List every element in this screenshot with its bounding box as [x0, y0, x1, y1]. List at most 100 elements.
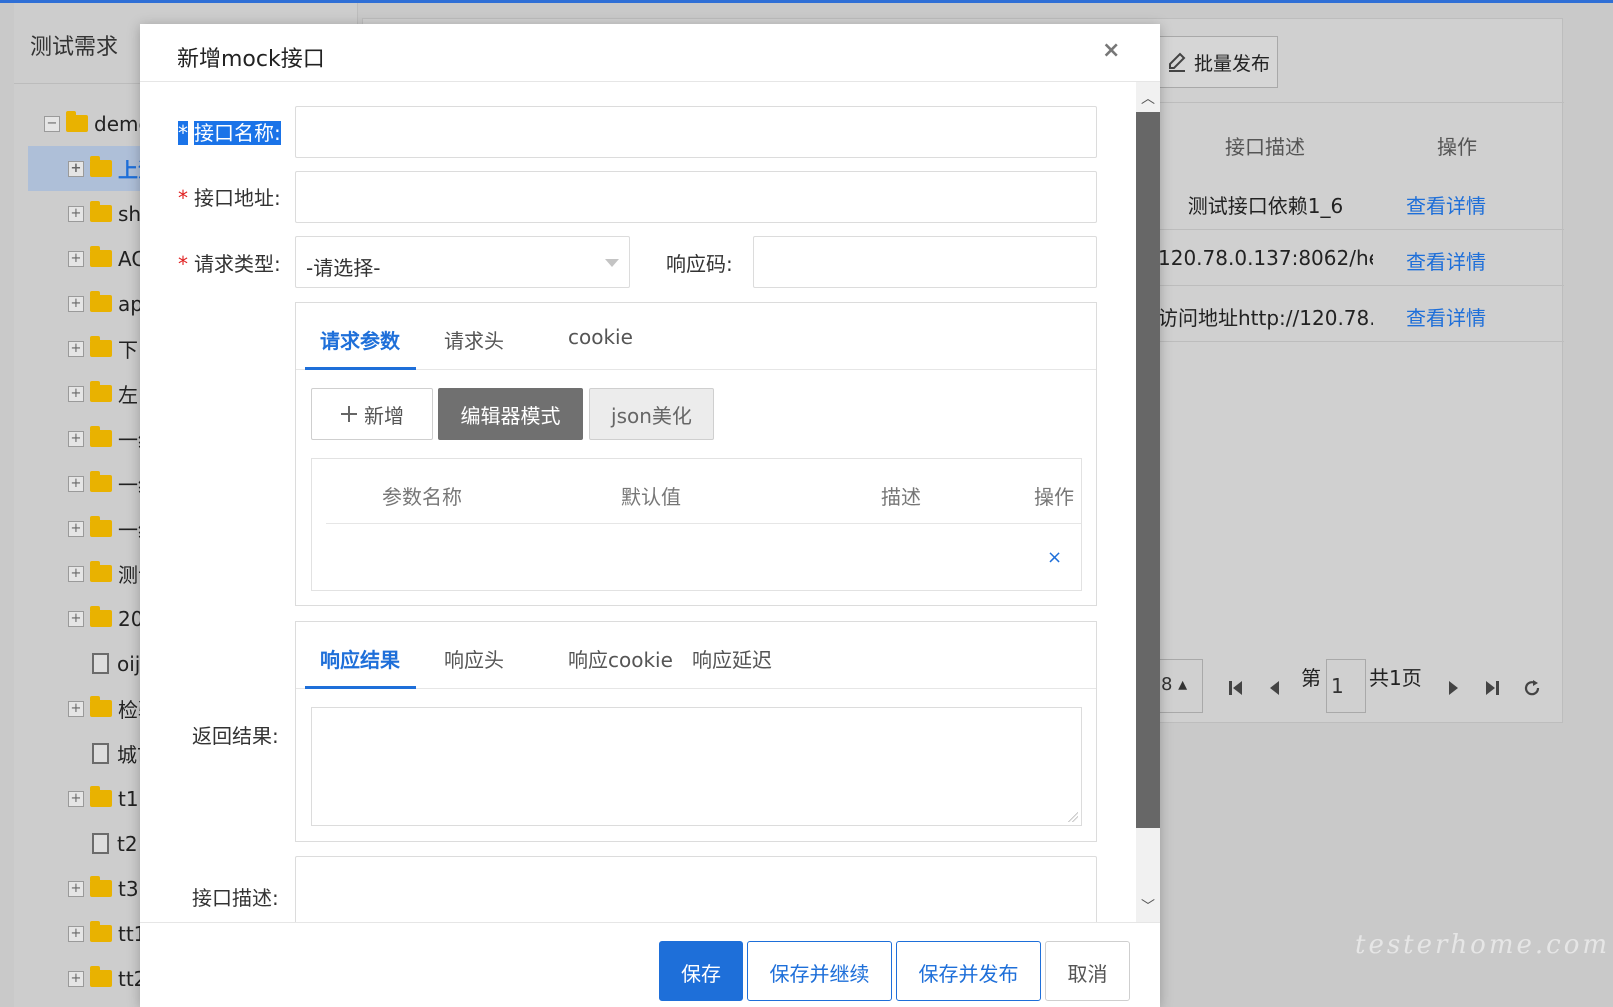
- tab-request-params[interactable]: 请求参数: [320, 325, 400, 354]
- expand-icon[interactable]: +: [68, 430, 84, 447]
- prev-page-icon[interactable]: [1267, 679, 1281, 697]
- tab-response-result[interactable]: 响应结果: [320, 644, 400, 673]
- param-table: 参数名称 默认值 描述 操作 ×: [311, 458, 1082, 591]
- request-tabs: 请求参数 请求头 cookie: [296, 303, 1096, 370]
- expand-icon[interactable]: +: [68, 970, 84, 987]
- next-page-icon[interactable]: [1447, 679, 1461, 697]
- scroll-down-icon[interactable]: ﹀: [1141, 896, 1155, 916]
- watermark: testerhome.com: [1355, 930, 1611, 960]
- cancel-button[interactable]: 取消: [1045, 941, 1130, 1001]
- tree-item-label: t3: [118, 876, 139, 901]
- expand-icon[interactable]: +: [68, 160, 84, 177]
- add-param-button[interactable]: 新增: [311, 388, 433, 440]
- batch-publish-label: 批量发布: [1193, 52, 1270, 75]
- expand-icon[interactable]: +: [68, 880, 84, 897]
- interface-desc-input[interactable]: [295, 856, 1097, 922]
- plus-icon: [341, 406, 357, 422]
- tab-response-headers[interactable]: 响应头: [444, 644, 504, 673]
- file-icon: [92, 743, 109, 764]
- expand-icon[interactable]: +: [68, 475, 84, 492]
- save-continue-button[interactable]: 保存并继续: [747, 941, 892, 1001]
- scroll-up-icon[interactable]: ︿: [1141, 88, 1155, 108]
- editor-mode-button[interactable]: 编辑器模式: [438, 388, 583, 440]
- delete-row-icon[interactable]: ×: [1047, 547, 1062, 568]
- view-details-link[interactable]: 查看详情: [1406, 302, 1486, 331]
- request-type-select[interactable]: -请选择-: [295, 236, 630, 288]
- param-table-divider: [326, 523, 1081, 524]
- required-mark: *: [178, 252, 188, 276]
- expand-icon[interactable]: +: [68, 340, 84, 357]
- required-mark: *: [178, 186, 188, 210]
- dialog-body: * 接口名称: * 接口地址: * 请求类型: -请选择- 响应码: 请求参数 请求头…: [140, 82, 1136, 922]
- dialog-scrollbar[interactable]: ︿ ﹀: [1136, 82, 1160, 922]
- view-details-link[interactable]: 查看详情: [1406, 246, 1486, 275]
- expand-icon[interactable]: +: [68, 385, 84, 402]
- interface-url-input[interactable]: [295, 171, 1097, 223]
- tab-request-cookie[interactable]: cookie: [568, 325, 633, 349]
- close-icon[interactable]: ×: [1102, 38, 1120, 63]
- resize-handle-icon[interactable]: [1068, 812, 1078, 822]
- active-tab-indicator: [305, 686, 416, 689]
- tree-item-label: 下: [118, 338, 138, 362]
- folder-icon: [90, 561, 112, 582]
- expand-icon[interactable]: +: [68, 295, 84, 312]
- view-details-link[interactable]: 查看详情: [1406, 190, 1486, 219]
- batch-publish-button[interactable]: 批量发布: [1158, 36, 1278, 88]
- folder-icon: [90, 516, 112, 537]
- page-total: 共1页: [1369, 666, 1422, 690]
- refresh-icon[interactable]: [1523, 679, 1541, 697]
- response-panel: 响应结果 响应头 响应cookie 响应延迟: [295, 621, 1097, 842]
- folder-icon: [90, 876, 112, 897]
- expand-icon[interactable]: +: [68, 925, 84, 942]
- page-size-select[interactable]: 8 ▴: [1158, 659, 1203, 713]
- folder-icon: [90, 246, 112, 267]
- save-button[interactable]: 保存: [659, 941, 743, 1001]
- tab-response-cookie[interactable]: 响应cookie: [568, 644, 673, 673]
- tree-item-label: t2: [117, 831, 138, 856]
- collapse-icon[interactable]: −: [44, 115, 60, 132]
- request-type-value: -请选择-: [306, 256, 381, 280]
- table-row: 120.78.0.137:8062/hello 查看详情: [1158, 230, 1564, 286]
- file-icon: [92, 833, 109, 854]
- required-mark: *: [178, 121, 188, 145]
- response-result-textarea[interactable]: [311, 707, 1082, 826]
- expand-icon[interactable]: +: [68, 520, 84, 537]
- dialog-title: 新增mock接口: [177, 47, 325, 72]
- folder-icon: [90, 471, 112, 492]
- param-header-desc: 描述: [881, 485, 921, 509]
- folder-icon: [90, 921, 112, 942]
- folder-icon: [90, 426, 112, 447]
- folder-icon: [90, 786, 112, 807]
- chevron-down-icon: [605, 259, 619, 267]
- tab-request-headers[interactable]: 请求头: [444, 325, 504, 354]
- save-publish-button[interactable]: 保存并发布: [896, 941, 1041, 1001]
- param-header-ops: 操作: [1034, 485, 1074, 509]
- row-desc: 测试接口依赖1_6: [1187, 194, 1344, 218]
- folder-icon: [90, 336, 112, 357]
- expand-icon[interactable]: +: [68, 205, 84, 222]
- interface-name-input[interactable]: [295, 106, 1097, 158]
- row-desc: 120.78.0.137:8062/hello: [1158, 246, 1373, 270]
- interface-url-label: * 接口地址:: [178, 186, 281, 210]
- expand-icon[interactable]: +: [68, 565, 84, 582]
- expand-icon[interactable]: +: [68, 790, 84, 807]
- dialog-header: 新增mock接口 ×: [140, 24, 1160, 82]
- scroll-thumb[interactable]: [1136, 112, 1160, 828]
- last-page-icon[interactable]: [1484, 679, 1500, 697]
- table-row: 测试接口依赖1_6 查看详情: [1158, 174, 1564, 230]
- expand-icon[interactable]: +: [68, 700, 84, 717]
- page-number-input[interactable]: 1: [1326, 659, 1366, 713]
- first-page-icon[interactable]: [1228, 679, 1244, 697]
- expand-icon[interactable]: +: [68, 250, 84, 267]
- expand-icon[interactable]: +: [68, 610, 84, 627]
- tab-response-delay[interactable]: 响应延迟: [692, 644, 772, 673]
- sidebar-title: 测试需求: [30, 35, 119, 60]
- response-code-input[interactable]: [753, 236, 1097, 288]
- interface-desc-label: 接口描述:: [192, 886, 279, 910]
- column-header-ops: 操作: [1437, 135, 1477, 159]
- response-tabs: 响应结果 响应头 响应cookie 响应延迟: [296, 622, 1096, 689]
- param-header-default: 默认值: [621, 485, 681, 509]
- add-param-label: 新增: [364, 403, 404, 428]
- column-header-desc: 接口描述: [1225, 135, 1305, 159]
- json-beautify-button[interactable]: json美化: [589, 388, 714, 440]
